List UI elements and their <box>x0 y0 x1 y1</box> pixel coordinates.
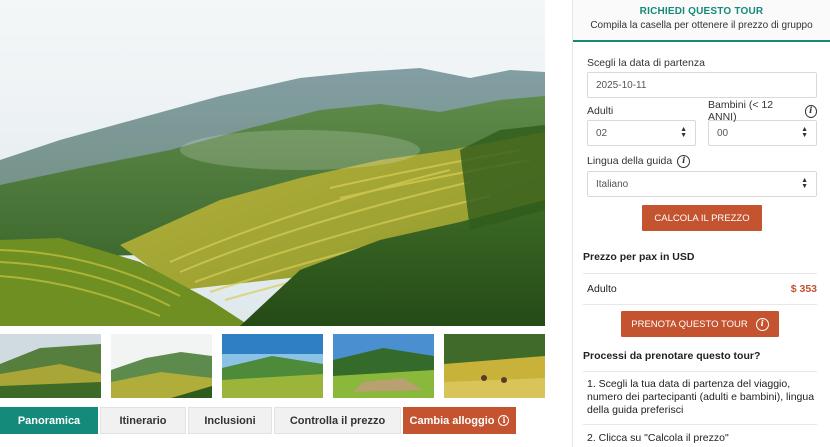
divider <box>583 273 817 274</box>
select-arrows-icon: ▲ ▼ <box>680 126 687 139</box>
process-heading: Processi da prenotare questo tour? <box>583 350 761 362</box>
request-tour-panel: RICHIEDI QUESTO TOUR Compila la casella … <box>572 0 830 447</box>
thumbnail-1[interactable] <box>0 334 101 398</box>
children-value: 00 <box>717 127 729 139</box>
hero-photo <box>0 0 545 326</box>
date-value: 2025-10-11 <box>596 79 647 91</box>
select-arrows-icon: ▲ ▼ <box>801 126 808 139</box>
divider <box>583 371 817 372</box>
divider <box>583 424 817 425</box>
book-tour-label: PRENOTA QUESTO TOUR <box>631 318 748 330</box>
panel-title: RICHIEDI QUESTO TOUR <box>639 6 764 17</box>
adult-label: Adulto <box>587 283 617 295</box>
panel-subtitle: Compila la casella per ottenere il prezz… <box>590 20 813 31</box>
info-icon[interactable]: i <box>804 104 817 118</box>
price-section: Prezzo per pax in USD Adulto $ 353 PRENO… <box>583 251 817 445</box>
step-1: 1. Scegli la tua data di partenza del vi… <box>587 378 815 416</box>
adults-value: 02 <box>596 127 608 139</box>
date-field[interactable]: 2025-10-11 <box>587 72 817 98</box>
info-icon: i <box>755 317 769 331</box>
adults-label: Adulti <box>587 105 614 117</box>
thumbnail-5[interactable] <box>444 334 545 398</box>
booking-form: Scegli la data di partenza 2025-10-11 Ad… <box>587 56 817 231</box>
thumbnail-strip <box>0 334 545 398</box>
info-icon: i <box>498 415 510 426</box>
language-value: Italiano <box>596 178 629 190</box>
tab-inclusioni[interactable]: Inclusioni <box>188 407 272 434</box>
tab-cambia-alloggio-label: Cambia alloggio <box>409 414 495 427</box>
step-2: 2. Clicca su "Calcola il prezzo" <box>587 432 729 444</box>
language-select[interactable]: Italiano ▲ ▼ <box>587 171 817 197</box>
tab-controlla-prezzo[interactable]: Controlla il prezzo <box>274 407 401 434</box>
tab-cambia-alloggio[interactable]: Cambia alloggio i <box>403 407 516 434</box>
tour-tabs: Panoramica Itinerario Inclusioni Control… <box>0 407 545 434</box>
adult-price-row: Adulto $ 353 <box>583 283 817 295</box>
thumbnail-3[interactable] <box>222 334 323 398</box>
book-tour-button[interactable]: PRENOTA QUESTO TOUR i <box>621 311 779 337</box>
info-icon[interactable]: i <box>677 154 691 168</box>
calculate-price-button[interactable]: CALCOLA IL PREZZO <box>642 205 762 231</box>
select-arrows-icon: ▲ ▼ <box>801 177 808 190</box>
children-label-row: Bambini (< 12 ANNI) i <box>708 99 817 123</box>
adults-select[interactable]: 02 ▲ ▼ <box>587 120 696 146</box>
tab-panoramica[interactable]: Panoramica <box>0 407 98 434</box>
panel-header: RICHIEDI QUESTO TOUR Compila la casella … <box>573 0 830 42</box>
children-label: Bambini (< 12 ANNI) <box>708 99 774 123</box>
date-label: Scegli la data di partenza <box>587 57 705 69</box>
divider <box>583 304 817 305</box>
children-select[interactable]: 00 ▲ ▼ <box>708 120 817 146</box>
language-label-row: Lingua della guida i <box>587 154 817 168</box>
adult-price: $ 353 <box>790 283 817 295</box>
thumbnail-4[interactable] <box>333 334 434 398</box>
price-heading: Prezzo per pax in USD <box>583 251 695 263</box>
thumbnail-2[interactable] <box>111 334 212 398</box>
tab-itinerario[interactable]: Itinerario <box>100 407 186 434</box>
language-label: Lingua della guida <box>587 155 673 167</box>
